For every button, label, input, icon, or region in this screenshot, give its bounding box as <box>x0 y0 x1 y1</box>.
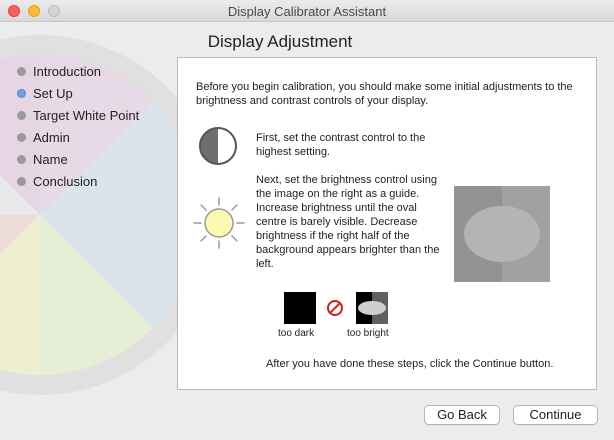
step-label: Conclusion <box>33 173 98 189</box>
step-bullet-icon <box>17 132 26 142</box>
go-back-button[interactable]: Go Back <box>424 405 500 425</box>
step-target-white-point: Target White Point <box>17 104 139 126</box>
step-label: Set Up <box>33 85 73 101</box>
step-admin: Admin <box>17 126 139 148</box>
brightness-sun-icon <box>193 197 245 249</box>
too-bright-oval <box>358 301 386 315</box>
brightness-guide-image <box>454 186 550 282</box>
step-introduction: Introduction <box>17 60 139 82</box>
step-list: Introduction Set Up Target White Point A… <box>17 60 139 192</box>
prohibited-icon <box>327 300 343 316</box>
step-bullet-active-icon <box>17 88 26 98</box>
step-bullet-icon <box>17 110 26 120</box>
step-bullet-icon <box>17 66 26 76</box>
content-panel: Before you begin calibration, you should… <box>177 57 597 390</box>
step-set-up: Set Up <box>17 82 139 104</box>
contrast-icon <box>199 127 237 165</box>
footer-instruction: After you have done these steps, click t… <box>266 358 554 370</box>
brightness-instruction: Next, set the brightness control using t… <box>256 174 440 270</box>
step-name: Name <box>17 148 139 170</box>
window-title: Display Calibrator Assistant <box>227 4 387 19</box>
step-label: Introduction <box>33 63 101 79</box>
step-bullet-icon <box>17 176 26 186</box>
step-label: Target White Point <box>33 107 140 123</box>
page-title: Display Adjustment <box>207 32 353 51</box>
too-dark-label: too dark <box>278 328 315 339</box>
step-bullet-icon <box>17 154 26 164</box>
step-label: Name <box>33 151 68 167</box>
calibrator-window: Display Calibrator Assistant Introductio… <box>0 0 614 440</box>
title-bar[interactable]: Display Calibrator Assistant <box>0 0 614 22</box>
intro-text: Before you begin calibration, you should… <box>196 81 573 107</box>
too-dark-example <box>284 292 316 324</box>
continue-button[interactable]: Continue <box>513 405 598 425</box>
contrast-instruction: First, set the contrast control to the h… <box>256 132 426 158</box>
too-bright-example <box>356 292 388 324</box>
step-label: Admin <box>33 129 70 145</box>
step-conclusion: Conclusion <box>17 170 139 192</box>
guide-oval <box>464 206 540 262</box>
too-bright-label: too bright <box>347 328 389 339</box>
